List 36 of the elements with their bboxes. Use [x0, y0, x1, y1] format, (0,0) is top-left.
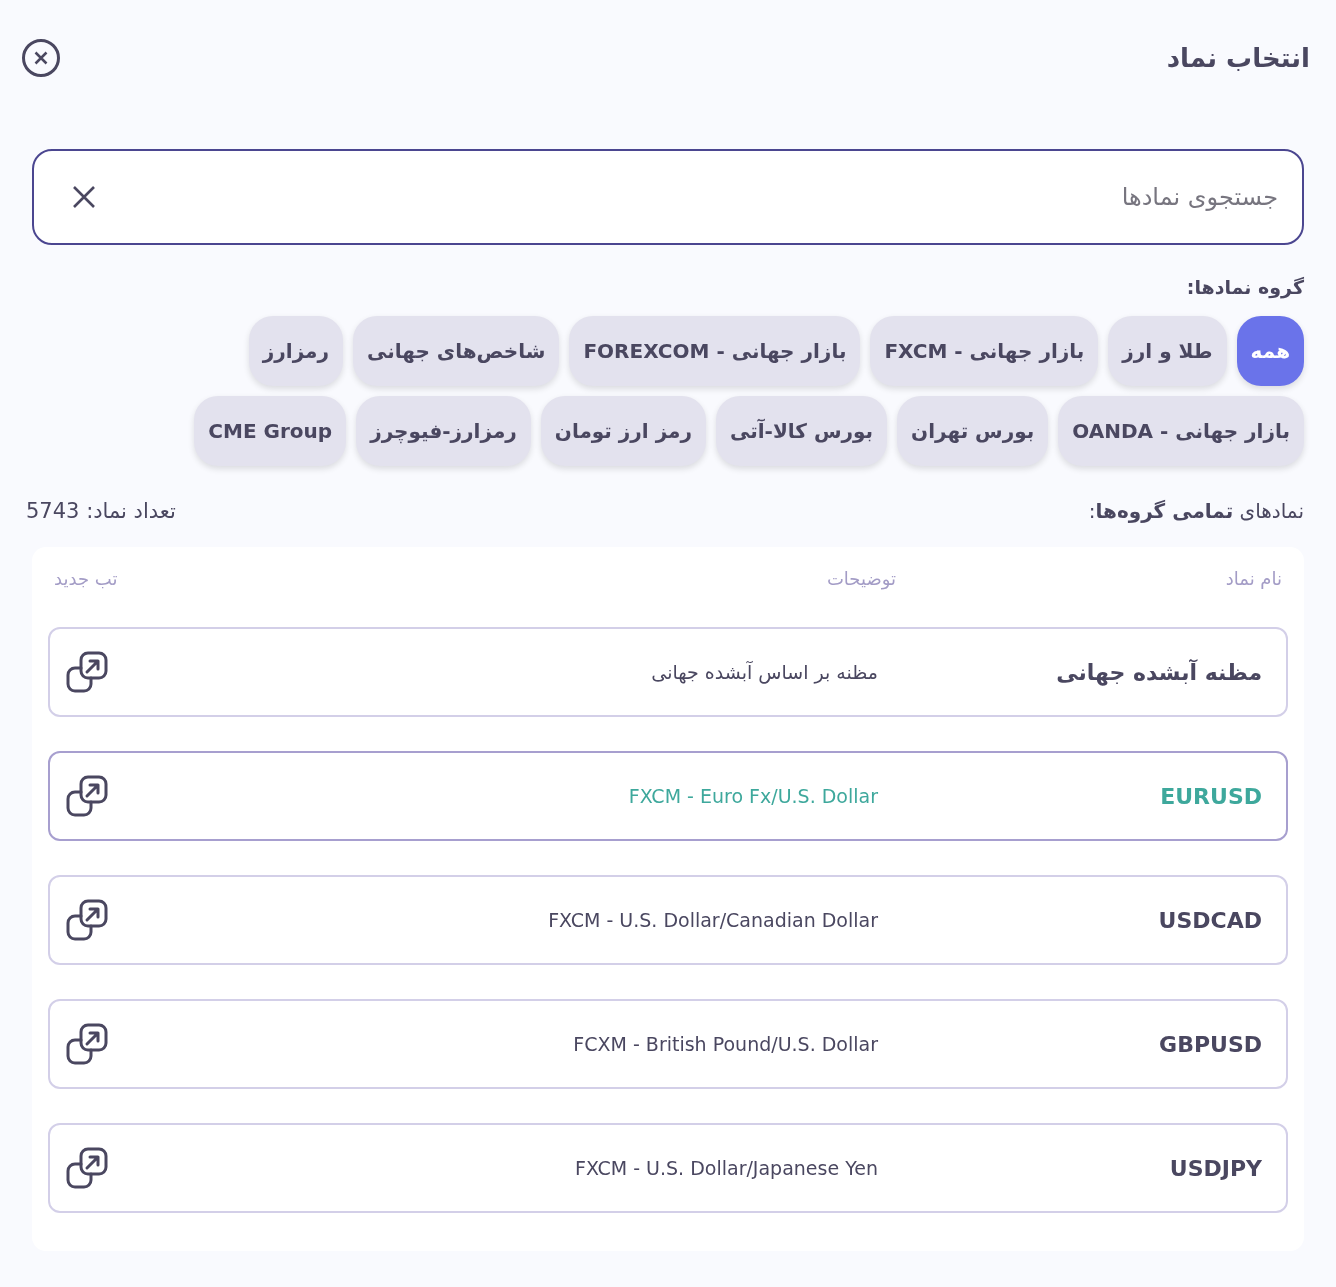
group-chip[interactable]: رمز ارز تومان [540, 395, 706, 466]
symbol-description: FCXM - British Pound/U.S. Dollar [573, 1031, 878, 1057]
group-chip[interactable]: شاخص‌های جهانی [353, 315, 560, 386]
new-tab-icon[interactable] [66, 651, 108, 693]
close-button[interactable] [19, 36, 63, 80]
symbol-name: مظنه آبشده جهانی [1056, 658, 1262, 688]
group-chip[interactable]: طلا و ارز [1108, 315, 1227, 386]
group-chip[interactable]: رمزارز [248, 315, 343, 386]
section-heading: نمادهای تمامی گروه‌ها: [1088, 498, 1304, 526]
symbol-description: FXCM - U.S. Dollar/Canadian Dollar [548, 907, 878, 933]
search-field[interactable]: جستجوی نمادها [32, 149, 1304, 245]
symbol-description: مظنه بر اساس آبشده جهانی [651, 659, 878, 686]
column-header: توضیحات [825, 566, 897, 592]
group-chip[interactable]: بازار جهانی - OANDA [1058, 395, 1304, 466]
group-chip[interactable]: بازار جهانی - FXCM [870, 315, 1099, 386]
column-header: تب جدید [54, 566, 119, 591]
symbol-name: EURUSD [1160, 782, 1262, 811]
group-chip[interactable]: بورس کالا-آتی [716, 395, 888, 466]
new-tab-icon[interactable] [66, 1023, 108, 1065]
dialog-title: انتخاب نماد [1166, 41, 1310, 75]
symbol-description: FXCM - U.S. Dollar/Japanese Yen [574, 1155, 878, 1181]
symbol-name: USDCAD [1158, 906, 1262, 935]
group-chip[interactable]: رمزارز-فیوچرز [356, 395, 531, 466]
group-chip[interactable]: بورس تهران [897, 395, 1049, 466]
symbol-name: USDJPY [1169, 1154, 1262, 1183]
symbol-name: GBPUSD [1159, 1030, 1262, 1059]
column-header: نام نماد [1224, 566, 1282, 591]
group-label: گروه نمادها: [1185, 275, 1304, 301]
new-tab-icon[interactable] [66, 1147, 108, 1189]
new-tab-icon[interactable] [66, 899, 108, 941]
new-tab-icon[interactable] [66, 775, 108, 817]
symbol-count: تعداد نماد: 5743 [25, 497, 176, 525]
group-chip[interactable]: همه [1236, 315, 1304, 386]
symbol-description: FXCM - Euro Fx/U.S. Dollar [628, 783, 878, 809]
group-chip[interactable]: بازار جهانی - FOREXCOM [569, 315, 861, 386]
group-chip[interactable]: CME Group [194, 395, 347, 466]
